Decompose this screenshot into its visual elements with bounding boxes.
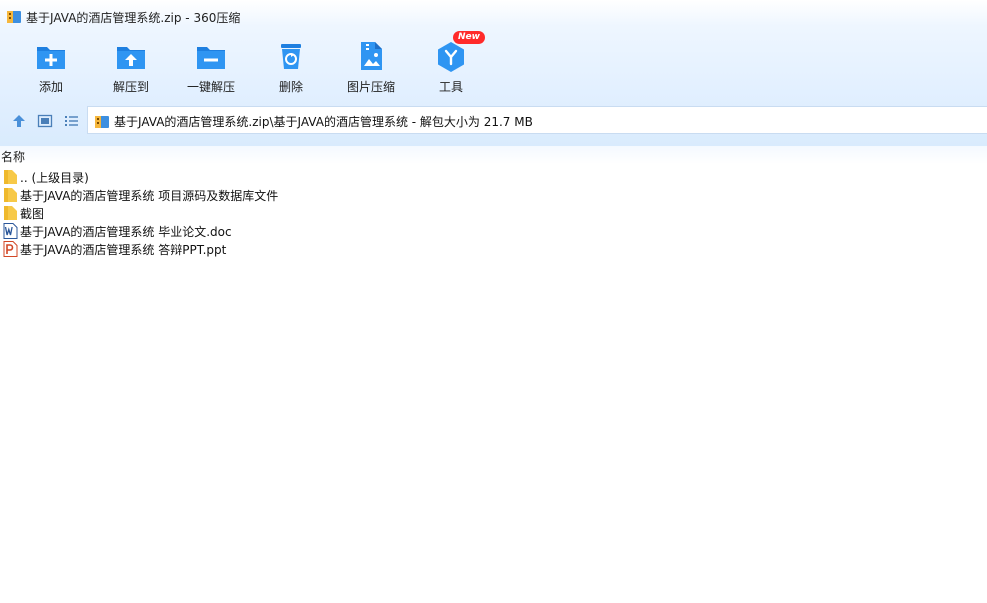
list-item[interactable]: 基于JAVA的酒店管理系统 项目源码及数据库文件 bbox=[0, 186, 987, 204]
navigation-row: 基于JAVA的酒店管理系统.zip\基于JAVA的酒店管理系统 - 解包大小为 … bbox=[0, 105, 987, 137]
list-item[interactable]: 基于JAVA的酒店管理系统 答辩PPT.ppt bbox=[0, 240, 987, 258]
folder-icon bbox=[3, 187, 18, 203]
one-click-extract-label: 一键解压 bbox=[186, 80, 235, 94]
extract-to-icon bbox=[115, 40, 147, 72]
list-item-name: 截图 bbox=[20, 207, 45, 221]
image-compress-icon bbox=[355, 40, 387, 72]
zip-archive-icon bbox=[6, 9, 22, 28]
add-icon bbox=[35, 40, 67, 72]
list-item-name: 基于JAVA的酒店管理系统 毕业论文.doc bbox=[20, 225, 232, 239]
up-arrow-icon[interactable] bbox=[10, 112, 28, 130]
extract-to-label: 解压到 bbox=[112, 80, 149, 94]
folder-icon bbox=[3, 205, 18, 221]
column-header-name[interactable]: 名称 bbox=[1, 148, 25, 165]
image-compress-button[interactable]: 图片压缩 bbox=[331, 36, 411, 98]
list-header: 名称 bbox=[0, 146, 987, 164]
list-item-name: 基于JAVA的酒店管理系统 项目源码及数据库文件 bbox=[20, 189, 279, 203]
window-title: 基于JAVA的酒店管理系统.zip - 360压缩 bbox=[26, 11, 241, 25]
powerpoint-document-icon bbox=[3, 241, 18, 257]
image-compress-label: 图片压缩 bbox=[346, 80, 395, 94]
list-item-name: .. (上级目录) bbox=[20, 171, 89, 185]
list-item-parent-directory[interactable]: .. (上级目录) bbox=[0, 168, 987, 186]
delete-label: 删除 bbox=[278, 80, 303, 94]
tools-button[interactable]: New 工具 bbox=[411, 31, 491, 98]
title-bar: 基于JAVA的酒店管理系统.zip - 360压缩 bbox=[0, 0, 987, 34]
folder-icon bbox=[3, 169, 18, 185]
zip-archive-icon bbox=[94, 114, 110, 133]
file-list: .. (上级目录) 基于JAVA的酒店管理系统 项目源码及数据库文件 截图 基于… bbox=[0, 168, 987, 258]
word-document-icon bbox=[3, 223, 18, 239]
add-button[interactable]: 添加 bbox=[11, 36, 91, 98]
add-label: 添加 bbox=[38, 80, 63, 94]
tools-label: 工具 bbox=[438, 80, 463, 94]
one-click-extract-icon bbox=[195, 40, 227, 72]
new-badge: New bbox=[453, 31, 485, 44]
address-path: 基于JAVA的酒店管理系统.zip\基于JAVA的酒店管理系统 - 解包大小为 … bbox=[114, 115, 533, 129]
one-click-extract-button[interactable]: 一键解压 bbox=[171, 36, 251, 98]
toolbar: 添加 解压到 一键解压 删除 图片压缩 New 工具 bbox=[0, 31, 987, 100]
list-item-name: 基于JAVA的酒店管理系统 答辩PPT.ppt bbox=[20, 243, 227, 257]
list-item[interactable]: 截图 bbox=[0, 204, 987, 222]
extract-to-button[interactable]: 解压到 bbox=[91, 36, 171, 98]
tools-icon bbox=[435, 40, 467, 72]
address-bar[interactable]: 基于JAVA的酒店管理系统.zip\基于JAVA的酒店管理系统 - 解包大小为 … bbox=[87, 106, 987, 134]
delete-button[interactable]: 删除 bbox=[251, 36, 331, 98]
thumbnail-view-icon[interactable] bbox=[36, 112, 54, 130]
delete-icon bbox=[275, 40, 307, 72]
top-panel: 基于JAVA的酒店管理系统.zip - 360压缩 添加 解压到 一键解压 删除… bbox=[0, 0, 987, 146]
list-item[interactable]: 基于JAVA的酒店管理系统 毕业论文.doc bbox=[0, 222, 987, 240]
list-view-icon[interactable] bbox=[62, 112, 80, 130]
